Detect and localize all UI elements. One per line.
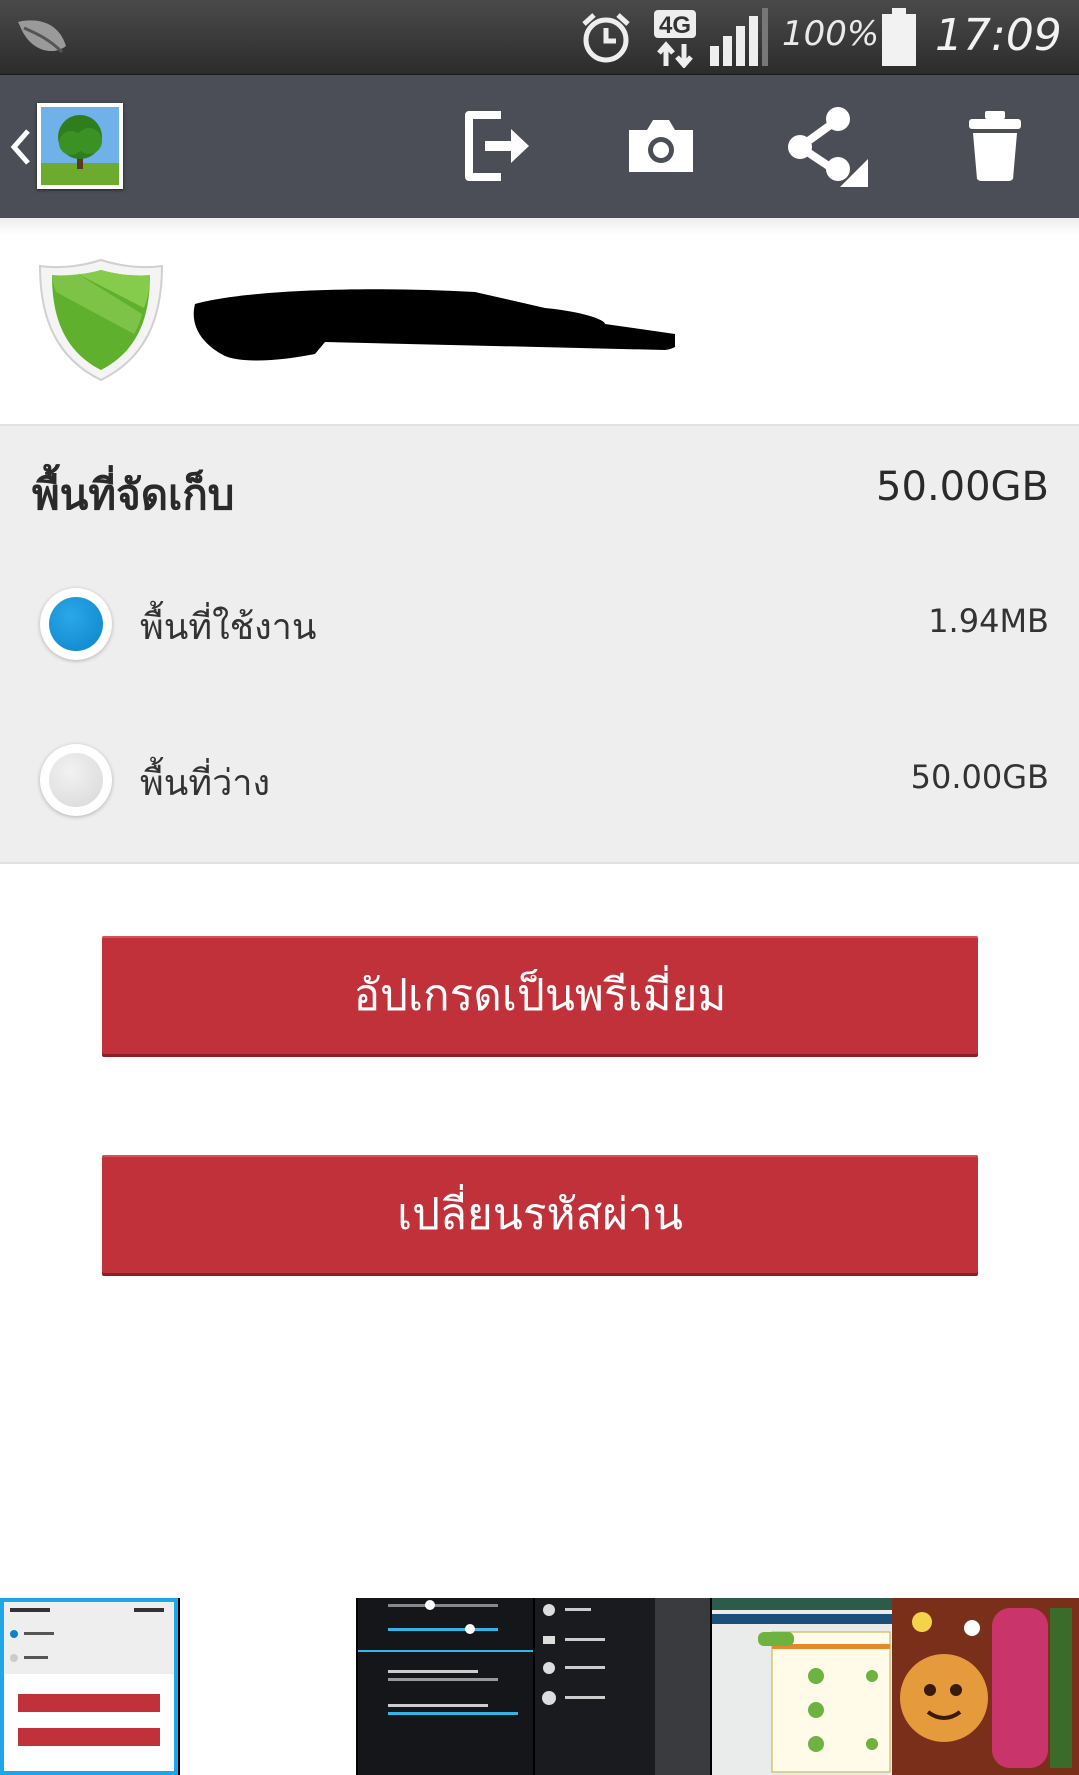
recent-thumbnail[interactable]	[535, 1598, 710, 1775]
share-button[interactable]	[782, 103, 872, 193]
recent-thumbnails-strip	[0, 1598, 1079, 1775]
svg-text:4G: 4G	[659, 12, 691, 39]
change-password-button[interactable]: เปลี่ยนรหัสผ่าน	[102, 1155, 978, 1273]
recent-thumbnail[interactable]	[358, 1598, 533, 1775]
recent-thumbnail[interactable]	[180, 1598, 356, 1775]
export-icon	[461, 111, 533, 185]
share-icon	[784, 103, 870, 193]
account-header	[0, 218, 1079, 426]
used-indicator-icon	[40, 588, 112, 660]
battery-percent: 100%	[782, 14, 880, 54]
recent-thumbnail[interactable]	[892, 1598, 1079, 1775]
status-clock: 17:09	[935, 10, 1062, 61]
recent-thumbnail[interactable]	[712, 1598, 892, 1775]
free-label: พื้นที่ว่าง	[140, 763, 271, 804]
used-label: พื้นที่ใช้งาน	[140, 607, 317, 648]
delete-button[interactable]	[950, 103, 1040, 193]
recent-thumbnail[interactable]	[0, 1598, 178, 1775]
leaf-notification-icon	[14, 16, 70, 64]
redacted-account-name	[185, 284, 679, 388]
camera-icon	[625, 116, 697, 180]
free-indicator-icon	[40, 744, 112, 816]
storage-total: 50.00GB	[876, 464, 1049, 510]
network-4g-icon: 4G	[652, 8, 700, 72]
status-bar: 4G 100% 17:09	[0, 0, 1079, 75]
used-value: 1.94MB	[928, 602, 1049, 640]
upgrade-premium-button[interactable]: อัปเกรดเป็นพรีเมี่ยม	[102, 936, 978, 1054]
action-bar	[0, 75, 1079, 218]
shield-icon	[38, 258, 164, 386]
back-chevron-icon[interactable]	[8, 127, 32, 171]
storage-panel: พื้นที่จัดเก็บ 50.00GB พื้นที่ใช้งาน 1.9…	[0, 426, 1079, 864]
trash-icon	[967, 109, 1023, 187]
camera-button[interactable]	[616, 103, 706, 193]
storage-free-row: พื้นที่ว่าง 50.00GB	[0, 744, 1079, 844]
storage-title: พื้นที่จัดเก็บ	[32, 470, 235, 519]
alarm-icon	[578, 10, 634, 70]
free-value: 50.00GB	[910, 758, 1049, 796]
battery-icon	[880, 8, 918, 72]
storage-used-row: พื้นที่ใช้งาน 1.94MB	[0, 588, 1079, 688]
export-button[interactable]	[452, 103, 542, 193]
signal-strength-icon	[708, 8, 770, 72]
gallery-thumbnail-icon[interactable]	[37, 103, 123, 189]
